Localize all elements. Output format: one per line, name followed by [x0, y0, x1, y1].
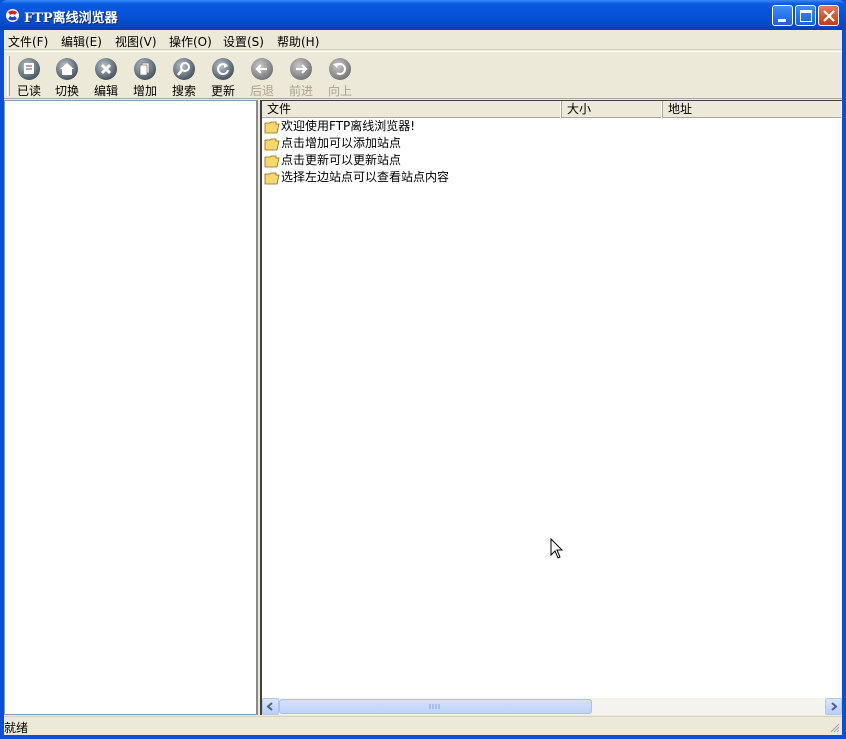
list-item[interactable]: 欢迎使用FTP离线浏览器! — [264, 118, 415, 135]
app-window: FTP离线浏览器 文件(F) 编辑(E) 视图(V) 操作(O) 设置(S) 帮… — [0, 0, 846, 739]
list-item[interactable]: 点击增加可以添加站点 — [264, 135, 401, 152]
column-address[interactable]: 地址 — [663, 101, 842, 118]
scroll-left-button[interactable] — [262, 698, 279, 715]
edit-button[interactable]: 编辑 — [87, 55, 125, 99]
list-item[interactable]: 选择左边站点可以查看站点内容 — [264, 169, 449, 186]
up-button[interactable]: 向上 — [321, 55, 359, 99]
menu-bar: 文件(F) 编辑(E) 视图(V) 操作(O) 设置(S) 帮助(H) — [4, 30, 842, 50]
menu-file[interactable]: 文件(F) — [8, 33, 48, 50]
forward-icon — [290, 58, 312, 80]
folder-icon — [264, 172, 280, 184]
up-icon — [329, 58, 351, 80]
menu-settings[interactable]: 设置(S) — [223, 33, 264, 50]
maximize-icon — [800, 10, 812, 22]
search-icon — [173, 58, 195, 80]
scroll-right-button[interactable] — [825, 698, 842, 715]
folder-icon — [264, 121, 280, 133]
up-label: 向上 — [327, 84, 352, 98]
switch-button[interactable]: 切换 — [48, 55, 86, 99]
chevron-left-icon — [266, 702, 273, 711]
file-list-pane[interactable]: 文件 大小 地址 欢迎使用FTP离线浏览器! 点击增加可以添加站点 点击更新可以… — [260, 100, 842, 715]
list-item-name: 点击增加可以添加站点 — [281, 136, 402, 150]
app-icon[interactable] — [5, 8, 20, 23]
horizontal-scrollbar[interactable] — [262, 698, 842, 715]
update-button[interactable]: 更新 — [204, 55, 242, 99]
forward-button[interactable]: 前进 — [282, 55, 320, 99]
read-icon — [18, 58, 40, 80]
list-item-name: 选择左边站点可以查看站点内容 — [281, 170, 450, 184]
list-item-name: 点击更新可以更新站点 — [281, 153, 402, 167]
status-text: 就绪 — [4, 721, 29, 735]
back-label: 后退 — [249, 84, 274, 98]
list-item[interactable]: 点击更新可以更新站点 — [264, 152, 401, 169]
add-icon — [134, 58, 156, 80]
refresh-icon — [212, 58, 234, 80]
grip-icon — [429, 704, 440, 709]
site-tree-pane[interactable] — [4, 100, 258, 715]
list-item-name: 欢迎使用FTP离线浏览器! — [281, 119, 416, 133]
switch-label: 切换 — [54, 84, 79, 98]
toolbar: 已读 切换 编辑 增加 搜索 更新 后退 前进 向上 — [4, 51, 842, 99]
mouse-cursor-icon — [550, 538, 564, 559]
resize-grip-icon[interactable] — [828, 721, 840, 733]
update-label: 更新 — [210, 84, 235, 98]
menu-operation[interactable]: 操作(O) — [169, 33, 212, 50]
read-label: 已读 — [16, 84, 41, 98]
add-label: 增加 — [132, 84, 157, 98]
forward-label: 前进 — [288, 84, 313, 98]
status-bar: 就绪 — [4, 716, 842, 735]
minimize-button[interactable] — [772, 5, 793, 26]
title-bar[interactable]: FTP离线浏览器 — [0, 0, 846, 30]
scroll-thumb[interactable] — [279, 699, 592, 714]
minimize-icon — [778, 19, 786, 22]
folder-icon — [264, 138, 280, 150]
chevron-right-icon — [831, 702, 838, 711]
search-button[interactable]: 搜索 — [165, 55, 203, 99]
menu-edit[interactable]: 编辑(E) — [61, 33, 102, 50]
column-size[interactable]: 大小 — [562, 101, 663, 118]
close-button[interactable] — [818, 5, 839, 26]
delete-icon — [95, 58, 117, 80]
add-button[interactable]: 增加 — [126, 55, 164, 99]
read-button[interactable]: 已读 — [10, 55, 48, 99]
edit-label: 编辑 — [93, 84, 118, 98]
menu-view[interactable]: 视图(V) — [115, 33, 157, 50]
search-label: 搜索 — [171, 84, 196, 98]
window-title: FTP离线浏览器 — [24, 11, 118, 26]
close-icon — [823, 10, 835, 22]
folder-icon — [264, 155, 280, 167]
home-icon — [56, 58, 78, 80]
back-button[interactable]: 后退 — [243, 55, 281, 99]
back-icon — [251, 58, 273, 80]
list-header: 文件 大小 地址 — [262, 101, 842, 118]
maximize-button[interactable] — [795, 5, 816, 26]
client-area: 文件(F) 编辑(E) 视图(V) 操作(O) 设置(S) 帮助(H) 已读 切… — [4, 30, 842, 735]
menu-help[interactable]: 帮助(H) — [277, 33, 319, 50]
column-file[interactable]: 文件 — [262, 101, 562, 118]
